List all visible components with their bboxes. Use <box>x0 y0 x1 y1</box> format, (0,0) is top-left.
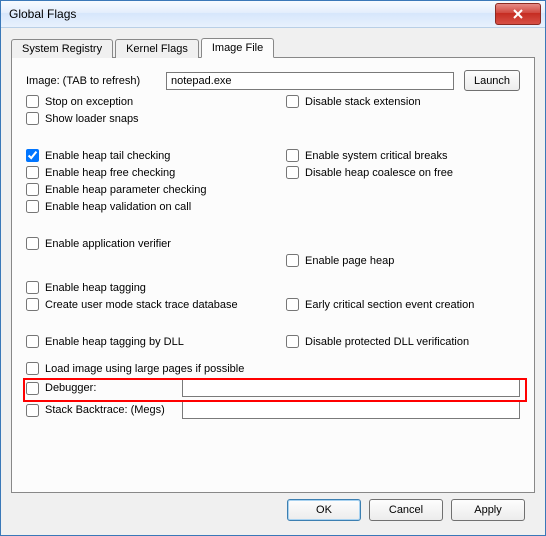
chk-label: Enable page heap <box>305 255 394 267</box>
checkbox[interactable] <box>286 149 299 162</box>
chk-label: Enable heap parameter checking <box>45 184 206 196</box>
chk-label: Enable heap validation on call <box>45 201 191 213</box>
checkbox[interactable] <box>26 112 39 125</box>
chk-label: Enable application verifier <box>45 238 171 250</box>
checkbox[interactable] <box>286 254 299 267</box>
checkbox[interactable] <box>26 183 39 196</box>
window-frame: Global Flags System Registry Kernel Flag… <box>0 0 546 536</box>
tab-kernel-flags[interactable]: Kernel Flags <box>115 39 199 58</box>
debugger-row: Debugger: <box>26 379 520 397</box>
tab-image-file[interactable]: Image File <box>201 38 274 58</box>
cancel-button[interactable]: Cancel <box>369 499 443 521</box>
window-title: Global Flags <box>9 7 76 21</box>
chk-stop-on-exception[interactable]: Stop on exception <box>26 95 133 108</box>
close-button[interactable] <box>495 3 541 25</box>
checkbox[interactable] <box>286 335 299 348</box>
tab-panel: Image: (TAB to refresh) Launch Stop on e… <box>11 57 535 493</box>
checkbox[interactable] <box>26 404 39 417</box>
checkbox[interactable] <box>26 149 39 162</box>
checkbox[interactable] <box>26 335 39 348</box>
apply-button[interactable]: Apply <box>451 499 525 521</box>
chk-label: Load image using large pages if possible <box>45 363 244 375</box>
image-input[interactable] <box>166 72 454 90</box>
checkbox[interactable] <box>286 166 299 179</box>
image-row: Image: (TAB to refresh) Launch <box>26 70 520 91</box>
chk-label: Stop on exception <box>45 96 133 108</box>
chk-debugger[interactable]: Debugger: <box>26 382 96 395</box>
chk-disable-protected-dll[interactable]: Disable protected DLL verification <box>286 335 469 348</box>
chk-heap-parameter[interactable]: Enable heap parameter checking <box>26 183 206 196</box>
chk-sys-critical-breaks[interactable]: Enable system critical breaks <box>286 149 447 162</box>
chk-show-loader-snaps[interactable]: Show loader snaps <box>26 112 139 125</box>
chk-label: Debugger: <box>45 382 96 394</box>
client-area: System Registry Kernel Flags Image File … <box>1 28 545 535</box>
chk-heap-tagging[interactable]: Enable heap tagging <box>26 281 146 294</box>
chk-label: Stack Backtrace: (Megs) <box>45 404 165 416</box>
tab-system-registry[interactable]: System Registry <box>11 39 113 58</box>
checkbox[interactable] <box>26 382 39 395</box>
checkbox[interactable] <box>26 362 39 375</box>
chk-label: Enable heap tagging by DLL <box>45 336 184 348</box>
chk-stack-backtrace[interactable]: Stack Backtrace: (Megs) <box>26 404 165 417</box>
chk-heap-coalesce[interactable]: Disable heap coalesce on free <box>286 166 453 179</box>
chk-label: Enable heap free checking <box>45 167 175 179</box>
checkbox[interactable] <box>286 95 299 108</box>
launch-button[interactable]: Launch <box>464 70 520 91</box>
checkbox[interactable] <box>26 95 39 108</box>
checkbox[interactable] <box>26 237 39 250</box>
chk-user-trace-db[interactable]: Create user mode stack trace database <box>26 298 238 311</box>
checkbox[interactable] <box>26 200 39 213</box>
close-icon <box>513 9 523 19</box>
chk-label: Disable stack extension <box>305 96 421 108</box>
chk-heap-tagging-dll[interactable]: Enable heap tagging by DLL <box>26 335 184 348</box>
chk-label: Show loader snaps <box>45 113 139 125</box>
chk-early-critical-section[interactable]: Early critical section event creation <box>286 298 474 311</box>
stack-backtrace-input[interactable] <box>182 401 520 419</box>
checkbox[interactable] <box>26 166 39 179</box>
checkbox[interactable] <box>26 298 39 311</box>
titlebar: Global Flags <box>1 1 545 28</box>
chk-label: Create user mode stack trace database <box>45 299 238 311</box>
chk-heap-validation[interactable]: Enable heap validation on call <box>26 200 191 213</box>
chk-large-pages[interactable]: Load image using large pages if possible <box>26 362 244 375</box>
chk-heap-free[interactable]: Enable heap free checking <box>26 166 175 179</box>
checkbox[interactable] <box>286 298 299 311</box>
chk-label: Early critical section event creation <box>305 299 474 311</box>
stack-backtrace-row: Stack Backtrace: (Megs) <box>26 401 520 419</box>
image-label: Image: (TAB to refresh) <box>26 75 166 87</box>
chk-label: Enable heap tail checking <box>45 150 170 162</box>
chk-heap-tail[interactable]: Enable heap tail checking <box>26 149 170 162</box>
dialog-button-row: OK Cancel Apply <box>11 493 535 527</box>
chk-page-heap[interactable]: Enable page heap <box>286 254 394 267</box>
debugger-input[interactable] <box>182 379 520 397</box>
checkbox[interactable] <box>26 281 39 294</box>
chk-label: Disable protected DLL verification <box>305 336 469 348</box>
chk-disable-stack-extension[interactable]: Disable stack extension <box>286 95 421 108</box>
ok-button[interactable]: OK <box>287 499 361 521</box>
chk-app-verifier[interactable]: Enable application verifier <box>26 237 171 250</box>
chk-label: Disable heap coalesce on free <box>305 167 453 179</box>
chk-label: Enable system critical breaks <box>305 150 447 162</box>
chk-label: Enable heap tagging <box>45 282 146 294</box>
tab-strip: System Registry Kernel Flags Image File <box>11 36 535 57</box>
